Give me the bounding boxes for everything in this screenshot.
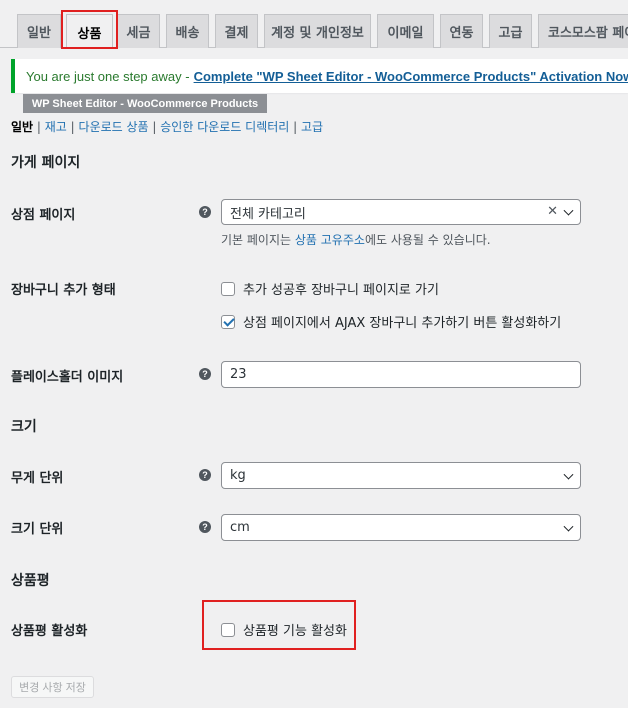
subnav-download-dirs[interactable]: 승인한 다운로드 디렉터리: [160, 120, 289, 134]
shop-page-label: 상점 페이지: [11, 208, 76, 223]
settings-tabs: 일반 상품 세금 배송 결제 계정 및 개인정보 이메일 연동 고급 코스모스팜…: [0, 0, 628, 49]
shop-page-select[interactable]: 전체 카테고리 ✕: [221, 199, 581, 225]
enable-reviews-label: 상품평 활성화: [11, 624, 88, 639]
section-heading-reviews: 상품평: [11, 573, 50, 589]
chevron-down-icon: [563, 469, 574, 480]
save-button[interactable]: 변경 사항 저장: [11, 676, 94, 698]
section-heading-store-pages: 가게 페이지: [11, 155, 81, 171]
notice-text: You are just one step away -: [26, 68, 190, 84]
tab-products[interactable]: 상품: [66, 14, 113, 49]
dimension-unit-select[interactable]: cm: [221, 514, 581, 541]
activation-notice: You are just one step away - Complete "W…: [11, 59, 628, 93]
chevron-down-icon: [563, 205, 574, 216]
enable-reviews-checkbox[interactable]: [221, 622, 235, 637]
redirect-to-cart-option[interactable]: 추가 성공후 장바구니 페이지로 가기: [221, 279, 439, 298]
section-subnav: 일반 | 재고 | 다운로드 상품 | 승인한 다운로드 디렉터리 | 고급: [11, 120, 324, 134]
tab-emails[interactable]: 이메일: [377, 14, 434, 48]
subnav-current-general: 일반: [11, 120, 34, 134]
subnav-inventory[interactable]: 재고: [45, 120, 67, 134]
help-icon[interactable]: ?: [199, 469, 211, 481]
ajax-add-to-cart-checkbox[interactable]: [221, 314, 235, 329]
add-to-cart-label: 장바구니 추가 형태: [11, 283, 116, 298]
tab-shipping[interactable]: 배송: [166, 14, 209, 48]
activation-link[interactable]: Complete "WP Sheet Editor - WooCommerce …: [194, 69, 628, 84]
tab-advanced[interactable]: 고급: [489, 14, 532, 48]
clear-icon[interactable]: ✕: [547, 204, 558, 219]
product-permalink-link[interactable]: 상품 고유주소: [295, 233, 365, 247]
tab-integration[interactable]: 연동: [440, 14, 483, 48]
placeholder-image-label: 플레이스홀더 이미지: [11, 370, 124, 385]
subnav-downloadable[interactable]: 다운로드 상품: [79, 120, 149, 134]
help-icon[interactable]: ?: [199, 368, 211, 380]
tab-tax[interactable]: 세금: [117, 14, 160, 48]
tab-payments[interactable]: 결제: [215, 14, 258, 48]
chevron-down-icon: [563, 521, 574, 532]
enable-reviews-option[interactable]: 상품평 기능 활성화: [221, 620, 347, 639]
plugin-badge: WP Sheet Editor - WooCommerce Products: [23, 94, 267, 113]
ajax-add-to-cart-option[interactable]: 상점 페이지에서 AJAX 장바구니 추가하기 버튼 활성화하기: [221, 312, 561, 331]
tab-general[interactable]: 일반: [17, 14, 61, 48]
tab-cosmosfarm-pay[interactable]: 코스모스팜 페이: [538, 14, 628, 48]
section-heading-size: 크기: [11, 419, 37, 435]
help-icon[interactable]: ?: [199, 206, 211, 218]
dimension-unit-label: 크기 단위: [11, 522, 64, 537]
help-icon[interactable]: ?: [199, 521, 211, 533]
weight-unit-label: 무게 단위: [11, 471, 64, 486]
tab-accounts-privacy[interactable]: 계정 및 개인정보: [264, 14, 371, 48]
redirect-to-cart-checkbox[interactable]: [221, 281, 235, 296]
weight-unit-select[interactable]: kg: [221, 462, 581, 489]
shop-page-value: 전체 카테고리: [230, 206, 306, 222]
placeholder-image-input[interactable]: 23: [221, 361, 581, 388]
subnav-advanced[interactable]: 고급: [301, 120, 323, 134]
shop-page-description: 기본 페이지는 상품 고유주소에도 사용될 수 있습니다.: [221, 233, 491, 247]
